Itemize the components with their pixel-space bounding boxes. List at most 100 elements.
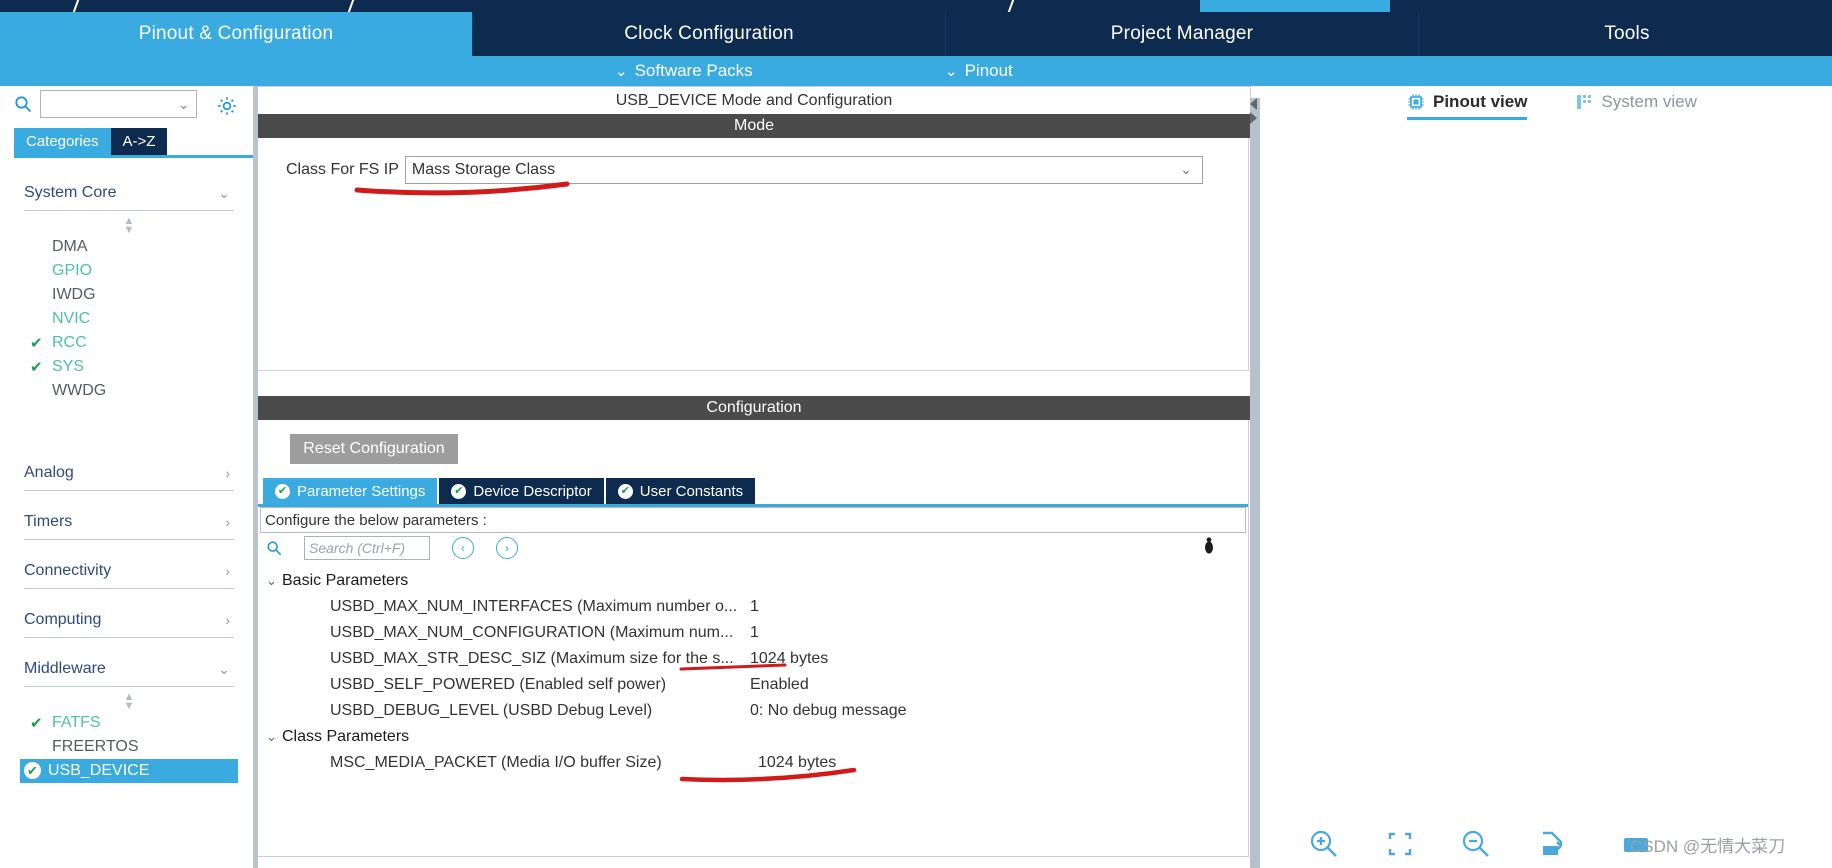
check-circle-icon: ✔ [275, 484, 290, 499]
sidebar-group-analog[interactable]: Analog › [24, 456, 234, 491]
group-header-computing[interactable]: Computing › [24, 603, 234, 638]
sidebar-group-system-core: System Core ⌄ ▲▼ DMA GPIO IWDG NVIC ✔ RC… [24, 176, 234, 403]
menu-pinout[interactable]: ⌄ Pinout [945, 56, 1013, 86]
sidebar-item-nvic[interactable]: NVIC [24, 307, 234, 331]
reset-configuration-label: Reset Configuration [303, 440, 444, 458]
tab-parameter-settings[interactable]: ✔ Parameter Settings [263, 478, 437, 504]
group-header-connectivity[interactable]: Connectivity › [24, 554, 234, 589]
sidebar-item-rcc[interactable]: ✔ RCC [24, 331, 234, 355]
table-row[interactable]: USBD_MAX_NUM_INTERFACES (Maximum number … [260, 594, 1246, 620]
param-value: 1024 bytes [750, 754, 836, 772]
mode-section-header: USB_DEVICE Mode and Configuration [258, 86, 1251, 116]
sidebar-item-dma[interactable]: DMA [24, 235, 234, 259]
sidebar-item-usb-device[interactable]: ✔ USB_DEVICE [20, 759, 238, 783]
sidebar-item-label: SYS [52, 358, 84, 376]
group-header-timers[interactable]: Timers › [24, 505, 234, 540]
tree-section-class-parameters[interactable]: ⌄ Class Parameters [260, 724, 1246, 750]
param-value: 0: No debug message [750, 702, 907, 720]
mode-bar-label: Mode [734, 117, 774, 135]
check-circle-icon: ✔ [24, 762, 41, 779]
sidebar-item-label: DMA [52, 238, 88, 256]
fit-screen-icon[interactable] [1382, 826, 1418, 862]
sidebar-item-label: FREERTOS [52, 738, 139, 756]
configuration-bar: Configuration [258, 396, 1250, 420]
tab-categories[interactable]: Categories [14, 128, 111, 155]
tab-project-manager[interactable]: Project Manager [946, 12, 1419, 56]
zoom-out-icon[interactable] [1458, 826, 1494, 862]
tree-section-label: Basic Parameters [282, 572, 408, 590]
sidebar-item-gpio[interactable]: GPIO [24, 259, 234, 283]
sidebar-item-label: IWDG [52, 286, 96, 304]
rotate-icon[interactable] [1534, 826, 1570, 862]
chevron-down-icon: ⌄ [945, 62, 958, 80]
reset-configuration-button[interactable]: Reset Configuration [290, 434, 458, 464]
zoom-in-icon[interactable] [1306, 826, 1342, 862]
center-scrollbar[interactable] [1250, 98, 1260, 868]
tab-a-to-z[interactable]: A->Z [111, 128, 168, 155]
sidebar-item-wwdg[interactable]: WWDG [24, 379, 234, 403]
sidebar-group-connectivity[interactable]: Connectivity › [24, 554, 234, 589]
table-row[interactable]: USBD_SELF_POWERED (Enabled self power) E… [260, 672, 1246, 698]
scroll-left-arrow-icon[interactable] [1250, 98, 1257, 110]
chevron-left-icon: ‹ [461, 541, 465, 555]
tab-label: Parameter Settings [297, 483, 425, 500]
search-placeholder: Search (Ctrl+F) [309, 540, 405, 556]
chevron-down-icon: ⌄ [615, 62, 628, 80]
sidebar-item-label: USB_DEVICE [48, 762, 149, 780]
tab-clock-configuration[interactable]: Clock Configuration [473, 12, 946, 56]
group-header-middleware[interactable]: Middleware ⌄ [24, 652, 234, 687]
mode-bar: Mode [258, 114, 1250, 138]
sidebar-item-freertos[interactable]: FREERTOS [24, 735, 234, 759]
tab-device-descriptor[interactable]: ✔ Device Descriptor [439, 478, 603, 504]
table-row[interactable]: USBD_DEBUG_LEVEL (USBD Debug Level) 0: N… [260, 698, 1246, 724]
chevron-right-icon: › [225, 563, 234, 579]
tab-tools[interactable]: Tools [1419, 12, 1832, 56]
group-label: Computing [24, 611, 101, 629]
class-for-fs-ip-select[interactable]: Mass Storage Class ⌄ [405, 156, 1203, 184]
sidebar-item-fatfs[interactable]: ✔ FATFS [24, 711, 234, 735]
chevron-down-icon: ⌄ [266, 729, 282, 745]
sidebar-item-sys[interactable]: ✔ SYS [24, 355, 234, 379]
sidebar-item-label: GPIO [52, 262, 92, 280]
class-for-fs-ip-label: Class For FS IP [286, 161, 399, 179]
sidebar-search-row: ⌄ [0, 90, 258, 120]
tab-pinout-configuration[interactable]: Pinout & Configuration [0, 12, 473, 56]
chevron-right-icon: › [225, 612, 234, 628]
search-next-button[interactable]: › [496, 537, 518, 559]
group-header-analog[interactable]: Analog › [24, 456, 234, 491]
sidebar-group-timers[interactable]: Timers › [24, 505, 234, 540]
sidebar-search-input[interactable]: ⌄ [40, 90, 197, 118]
info-icon[interactable] [1200, 537, 1218, 555]
sidebar-item-iwdg[interactable]: IWDG [24, 283, 234, 307]
group-label: Middleware [24, 660, 106, 678]
check-icon: ✔ [30, 358, 43, 376]
menu-software-packs[interactable]: ⌄ Software Packs [615, 56, 753, 86]
table-row[interactable]: USBD_MAX_NUM_CONFIGURATION (Maximum num.… [260, 620, 1246, 646]
group-header-system-core[interactable]: System Core ⌄ [24, 176, 234, 211]
strip-slash [72, 0, 81, 12]
sidebar-group-computing[interactable]: Computing › [24, 603, 234, 638]
scroll-right-arrow-icon[interactable] [1250, 112, 1257, 124]
tab-label: User Constants [640, 483, 743, 500]
tab-user-constants[interactable]: ✔ User Constants [606, 478, 755, 504]
param-value: Enabled [750, 676, 809, 694]
parameter-tab-row: ✔ Parameter Settings ✔ Device Descriptor… [263, 478, 757, 504]
sidebar-item-label: FATFS [52, 714, 101, 732]
gear-icon[interactable] [215, 94, 239, 118]
scroll-spinner-icon[interactable]: ▲▼ [24, 211, 234, 235]
group-label: Connectivity [24, 562, 111, 580]
chevron-down-icon: ⌄ [218, 185, 234, 202]
strip-slash [1007, 0, 1016, 12]
param-name: USBD_MAX_STR_DESC_SIZ (Maximum size for … [260, 650, 750, 668]
table-row[interactable]: USBD_MAX_STR_DESC_SIZ (Maximum size for … [260, 646, 1246, 672]
window-top-strip [0, 0, 1832, 12]
search-prev-button[interactable]: ‹ [452, 537, 474, 559]
left-sidebar: ⌄ Categories A->Z System Core ⌄ [0, 86, 258, 868]
parameter-search-input[interactable]: Search (Ctrl+F) [304, 536, 430, 560]
tab-label: A->Z [123, 133, 156, 150]
table-row[interactable]: MSC_MEDIA_PACKET (Media I/O buffer Size)… [260, 750, 1246, 776]
check-icon: ✔ [30, 714, 43, 732]
tree-section-basic-parameters[interactable]: ⌄ Basic Parameters [260, 568, 1246, 594]
check-circle-icon: ✔ [618, 484, 633, 499]
scroll-spinner-icon[interactable]: ▲▼ [24, 687, 234, 711]
